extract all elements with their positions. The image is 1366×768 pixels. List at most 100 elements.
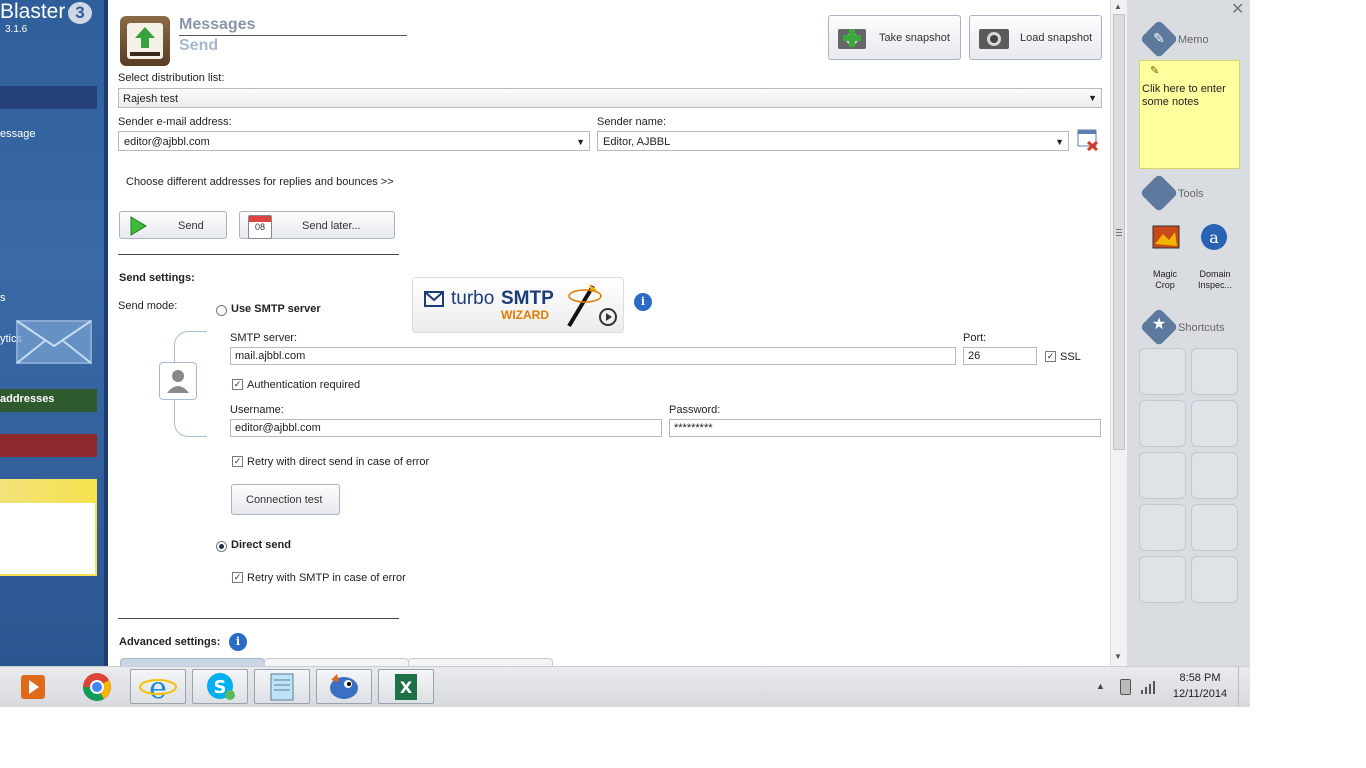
magic-crop-icon[interactable] — [1151, 222, 1181, 252]
app-logo: Blaster — [0, 0, 70, 26]
port-label: Port: — [963, 332, 987, 344]
replies-bounces-link[interactable]: Choose different addresses for replies a… — [126, 176, 394, 188]
memo-note[interactable]: ✎ Clik here to enter some notes — [1139, 60, 1240, 169]
scroll-down-icon[interactable]: ▼ — [1114, 652, 1122, 661]
clock-date[interactable]: 12/11/2014 — [1164, 688, 1236, 700]
use-smtp-radio[interactable] — [216, 305, 227, 316]
auth-label: Authentication required — [247, 379, 361, 391]
right-panel: ✕ ✎ Memo ✎ Clik here to enter some notes… — [1127, 0, 1250, 666]
send-later-label: Send later... — [302, 220, 361, 232]
divider — [118, 254, 399, 255]
shortcut-tile[interactable] — [1139, 504, 1186, 551]
sender-email-select[interactable]: editor@ajbbl.com ▼ — [118, 131, 590, 151]
shortcut-tile[interactable] — [1191, 400, 1238, 447]
user-profile-icon[interactable] — [159, 362, 197, 400]
page-subtitle: Send — [179, 37, 219, 54]
info-icon[interactable]: i — [229, 633, 247, 651]
direct-send-radio[interactable] — [216, 541, 227, 552]
use-smtp-label[interactable]: Use SMTP server — [231, 303, 321, 315]
sender-name-select[interactable]: Editor, AJBBL ▼ — [597, 131, 1069, 151]
load-snapshot-button[interactable]: Load snapshot — [969, 15, 1102, 60]
taskbar-media-player[interactable] — [6, 669, 62, 704]
shortcut-tile[interactable] — [1139, 452, 1186, 499]
domain-inspector-label[interactable]: Domain Inspec... — [1193, 269, 1237, 291]
send-button[interactable]: Send — [119, 211, 227, 239]
taskbar-ie[interactable]: e — [130, 669, 186, 706]
scroll-thumb[interactable] — [1113, 14, 1125, 450]
show-hidden-icons[interactable]: ▲ — [1096, 681, 1105, 691]
chevron-down-icon[interactable]: ▼ — [576, 134, 585, 150]
sender-name-label: Sender name: — [597, 116, 667, 128]
sidebar-item-red[interactable] — [0, 434, 97, 457]
magic-crop-label[interactable]: Magic Crop — [1145, 269, 1185, 291]
sidebar-item-s[interactable]: s — [0, 292, 6, 304]
memo-text: Clik here to enter some notes — [1142, 83, 1226, 108]
direct-send-label[interactable]: Direct send — [231, 539, 291, 551]
retry-direct-checkbox[interactable]: ✓ — [232, 456, 243, 467]
svg-text:S: S — [214, 677, 227, 698]
shortcut-tile[interactable] — [1139, 556, 1186, 603]
info-icon[interactable]: i — [634, 293, 652, 311]
play-circle-icon[interactable] — [599, 308, 617, 326]
turbosmtp-wizard-banner[interactable]: turbo SMTP WIZARD — [412, 277, 624, 333]
signal-icon[interactable] — [1141, 680, 1157, 694]
sidebar-item-message[interactable]: essage — [0, 128, 35, 140]
main-panel: Messages Send Take snapshot Load snapsho… — [108, 0, 1110, 667]
shortcut-tile[interactable] — [1191, 452, 1238, 499]
magic-wand-icon — [563, 282, 603, 328]
domain-inspector-icon[interactable]: a — [1199, 222, 1229, 252]
shortcuts-label: Shortcuts — [1178, 322, 1225, 334]
taskbar-blaster[interactable] — [316, 669, 372, 704]
clock-time[interactable]: 8:58 PM — [1164, 672, 1236, 684]
send-label: Send — [178, 220, 204, 232]
connection-test-button[interactable]: Connection test — [231, 484, 340, 515]
app-version: 3.1.6 — [5, 24, 28, 35]
shortcut-tile[interactable] — [1191, 556, 1238, 603]
retry-smtp-checkbox[interactable]: ✓ — [232, 572, 243, 583]
show-desktop-button[interactable] — [1238, 667, 1251, 706]
smtp-server-input[interactable]: mail.ajbbl.com — [230, 347, 956, 365]
sender-email-label: Sender e-mail address: — [118, 116, 232, 128]
page-title: Messages — [179, 16, 256, 33]
sidebar-item-addresses[interactable]: addresses — [0, 389, 97, 412]
take-snapshot-button[interactable]: Take snapshot — [828, 15, 961, 60]
calendar-icon: 08 — [248, 215, 272, 239]
send-message-icon — [120, 16, 170, 66]
taskbar-skype[interactable]: S — [192, 669, 248, 704]
shortcut-tile[interactable] — [1191, 504, 1238, 551]
chevron-down-icon[interactable]: ▼ — [1055, 134, 1064, 150]
send-later-button[interactable]: 08 Send later... — [239, 211, 395, 239]
sidebar-item-yellow[interactable] — [0, 479, 97, 503]
turbo-brand-text: turbo — [451, 288, 495, 309]
version-badge: 3 — [68, 2, 92, 24]
shortcut-tile[interactable] — [1191, 348, 1238, 395]
battery-icon[interactable] — [1120, 679, 1131, 695]
tools-icon — [1139, 173, 1179, 213]
close-icon[interactable]: ✕ — [1231, 2, 1245, 18]
password-input[interactable]: ********* — [669, 419, 1101, 437]
taskbar-chrome[interactable] — [68, 669, 124, 704]
edit-senders-icon[interactable] — [1076, 128, 1100, 152]
username-value: editor@ajbbl.com — [235, 422, 321, 434]
port-value: 26 — [968, 350, 981, 362]
sidebar-item-addresses-label: addresses — [0, 393, 55, 405]
sender-email-value: editor@ajbbl.com — [124, 136, 210, 148]
memo-glyph-icon: ✎ — [1153, 30, 1165, 46]
taskbar-excel[interactable]: X — [378, 669, 434, 704]
scroll-up-icon[interactable]: ▲ — [1114, 2, 1122, 11]
taskbar-notepad[interactable] — [254, 669, 310, 704]
chevron-down-icon[interactable]: ▼ — [1088, 90, 1097, 106]
star-icon: ★ — [1151, 316, 1167, 333]
distribution-select[interactable]: Rajesh test ▼ — [118, 88, 1102, 108]
auth-checkbox[interactable]: ✓ — [232, 379, 243, 390]
main-scrollbar[interactable]: ▲ ▼ — [1110, 0, 1128, 666]
app-name: Blaster — [0, 0, 66, 23]
username-input[interactable]: editor@ajbbl.com — [230, 419, 662, 437]
take-snapshot-label: Take snapshot — [879, 32, 950, 44]
ssl-checkbox[interactable]: ✓ — [1045, 351, 1056, 362]
shortcut-tile[interactable] — [1139, 400, 1186, 447]
shortcut-tile[interactable] — [1139, 348, 1186, 395]
turbo-smtp-text: SMTP — [501, 288, 554, 309]
port-input[interactable]: 26 — [963, 347, 1037, 365]
sidebar-item-bar[interactable] — [0, 86, 97, 109]
